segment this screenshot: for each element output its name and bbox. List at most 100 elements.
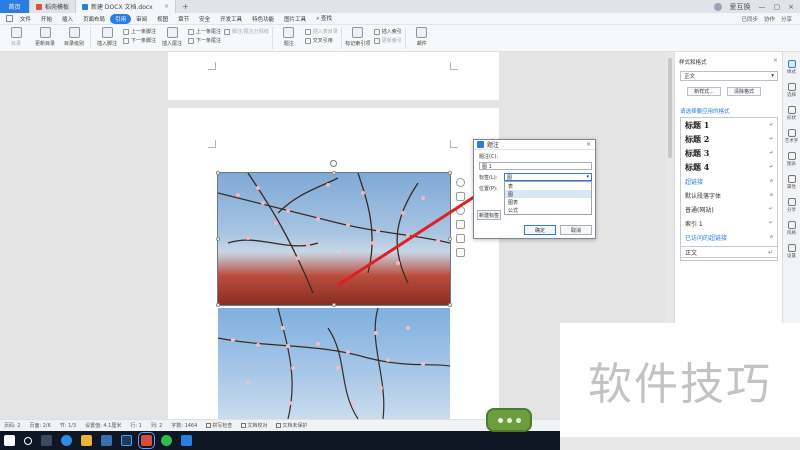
side-chart-button[interactable]: 图表 (787, 152, 796, 167)
side-settings-button[interactable]: 设置 (787, 244, 796, 259)
update-index-button[interactable]: 更新索引 (373, 37, 402, 44)
style-normal[interactable]: 正文 ↵ (680, 246, 778, 258)
style-normal-web[interactable]: 普通(网站) ↵ (681, 202, 777, 216)
label-select[interactable]: 图 ▾ (504, 173, 592, 181)
menu-review[interactable]: 审阅 (131, 14, 152, 24)
maximize-icon[interactable]: ▢ (774, 3, 781, 11)
task-view-icon[interactable] (41, 435, 52, 446)
menu-picture-tools[interactable]: 图片工具 (279, 14, 311, 24)
collapse-icon[interactable] (455, 178, 465, 187)
menu-icon[interactable] (6, 15, 13, 22)
menu-insert[interactable]: 插入 (57, 14, 78, 24)
insert-footnote-button[interactable]: 插入脚注 (94, 25, 120, 47)
panel-close-icon[interactable]: × (773, 57, 778, 64)
resize-handle[interactable] (332, 171, 336, 175)
menu-layout[interactable]: 页面布局 (78, 14, 110, 24)
menu-start[interactable]: 开始 (36, 14, 57, 24)
search-icon[interactable] (24, 436, 32, 445)
current-style-select[interactable]: 正文 ▾ (680, 71, 778, 81)
spell-check-toggle[interactable]: 拼写检查 (206, 422, 232, 429)
toc-button[interactable]: 目录 (3, 25, 29, 47)
side-shape-button[interactable]: 形状 (787, 106, 796, 121)
side-wordart-button[interactable]: 艺术字 (785, 129, 798, 144)
close-window-icon[interactable]: × (788, 3, 794, 11)
vertical-scrollbar[interactable] (668, 58, 672, 158)
minimize-icon[interactable]: — (759, 3, 766, 11)
update-toc-button[interactable]: 更新目录 (32, 25, 58, 47)
menu-features[interactable]: 特色功能 (247, 14, 279, 24)
wps-writer-icon[interactable] (138, 432, 155, 449)
next-endnote-button[interactable]: 下一条尾注 (188, 37, 221, 44)
side-styles-button[interactable]: 样式 (787, 60, 796, 75)
side-properties-button[interactable]: 属性 (787, 175, 796, 190)
insert-endnote-button[interactable]: 插入尾注 (159, 25, 185, 47)
resize-handle[interactable] (448, 171, 452, 175)
more-picture-icon[interactable] (455, 248, 465, 257)
resize-handle[interactable] (448, 237, 452, 241)
rotate-handle[interactable] (330, 160, 337, 167)
mail-button[interactable]: 邮件 (409, 25, 435, 47)
menu-search[interactable]: ⌕ 查找 (311, 13, 337, 24)
collab-button[interactable]: 协作 (764, 15, 775, 23)
resize-handle[interactable] (216, 171, 220, 175)
resize-handle[interactable] (448, 303, 452, 307)
resize-handle[interactable] (332, 303, 336, 307)
tab-document[interactable]: 新建 DOCX 文档.docx × (76, 0, 177, 13)
windows-start-icon[interactable] (4, 435, 15, 446)
folder-icon[interactable] (81, 435, 92, 446)
tab-template[interactable]: 稻壳模板 (30, 0, 77, 13)
picture-2[interactable] (218, 308, 450, 419)
clear-format-button[interactable]: 清除格式 (727, 87, 761, 96)
menu-developer[interactable]: 开发工具 (215, 14, 247, 24)
menu-reference[interactable]: 引用 (110, 13, 132, 24)
cross-reference-button[interactable]: 交叉引用 (304, 37, 338, 44)
tab-home[interactable]: 首页 (0, 0, 30, 13)
avatar[interactable] (713, 2, 722, 11)
side-select-button[interactable]: 选择 (787, 83, 796, 98)
prev-footnote-button[interactable]: 上一条脚注 (123, 28, 156, 35)
ok-button[interactable]: 确定 (524, 225, 556, 235)
floating-game-icon[interactable] (486, 408, 532, 432)
style-heading-2[interactable]: 标题 2 ↵ (681, 132, 777, 146)
style-heading-4[interactable]: 标题 4 ↵ (681, 160, 777, 174)
zoom-icon[interactable] (455, 206, 465, 215)
new-label-button[interactable]: 新建标签 (477, 210, 501, 220)
side-theme-button[interactable]: 风格 (787, 221, 796, 236)
sync-status[interactable]: 已同步 (741, 15, 758, 23)
menu-section[interactable]: 章节 (173, 14, 194, 24)
crop-icon[interactable] (455, 220, 465, 229)
status-word-count[interactable]: 字数: 1464 (171, 422, 197, 429)
caption-button[interactable]: 题注 (276, 25, 302, 47)
option-equation[interactable]: 公式 (505, 206, 591, 214)
style-heading-3[interactable]: 标题 3 ↵ (681, 146, 777, 160)
side-share-button[interactable]: 分享 (787, 198, 796, 213)
style-hyperlink[interactable]: 超链接 a (681, 174, 777, 188)
style-heading-1[interactable]: 标题 1 ↵ (681, 118, 777, 132)
caption-input[interactable]: 图 1 (479, 162, 592, 170)
layout-icon[interactable] (455, 192, 465, 201)
photoshop-icon[interactable] (121, 435, 132, 446)
option-figure[interactable]: 图 (505, 190, 591, 198)
resize-handle[interactable] (216, 237, 220, 241)
note-separator-button[interactable]: 脚注/尾注分隔线 (224, 28, 269, 35)
new-tab-button[interactable]: + (176, 0, 195, 13)
cancel-button[interactable]: 取消 (560, 225, 592, 235)
prev-endnote-button[interactable]: 上一条尾注 (188, 28, 221, 35)
mark-index-button[interactable]: 标记索引项 (345, 25, 371, 47)
menu-view[interactable]: 视图 (152, 14, 173, 24)
share-button[interactable]: 分享 (781, 15, 792, 23)
menu-security[interactable]: 安全 (194, 14, 215, 24)
dialog-close-icon[interactable]: × (586, 141, 591, 148)
selected-picture[interactable] (217, 172, 451, 306)
menu-file[interactable]: 文件 (15, 14, 36, 24)
user-name[interactable]: 爱互换 (730, 2, 751, 12)
protect-status[interactable]: 文档未保护 (276, 422, 307, 429)
option-chart[interactable]: 图表 (505, 198, 591, 206)
browser-icon[interactable] (61, 435, 72, 446)
app-icon[interactable] (101, 435, 112, 446)
insert-index-button[interactable]: 插入索引 (373, 28, 402, 35)
style-index-1[interactable]: 索引 1 ↵ (681, 216, 777, 230)
close-tab-icon[interactable]: × (164, 3, 169, 10)
toc-level-button[interactable]: 目录级别 (61, 25, 87, 47)
new-style-button[interactable]: 新样式... (687, 87, 721, 96)
